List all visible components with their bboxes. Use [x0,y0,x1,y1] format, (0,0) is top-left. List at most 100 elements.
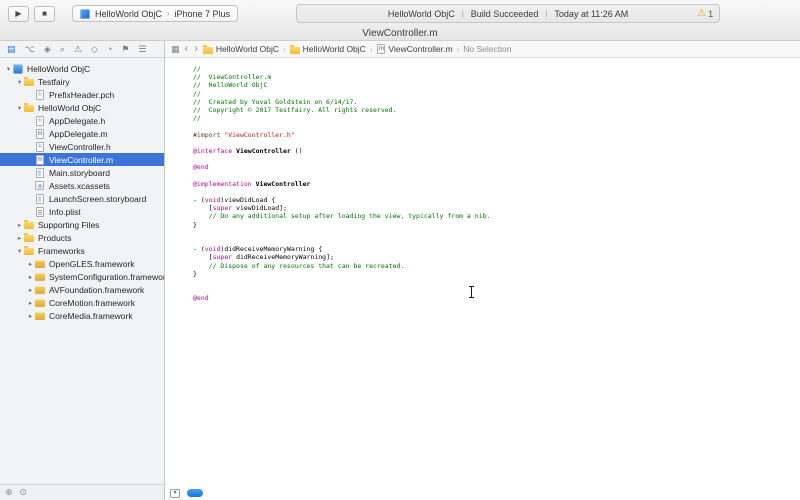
disclosure-triangle-icon[interactable]: ▾ [15,247,24,255]
scheme-selector[interactable]: HelloWorld ObjC › iPhone 7 Plus [72,5,238,22]
report-navigator-icon[interactable]: ☰ [138,45,146,54]
disclosure-triangle-icon[interactable]: ▸ [15,221,24,229]
tree-item[interactable]: ▸AVFoundation.framework [0,283,164,296]
breadcrumb-label: HelloWorld ObjC [216,44,279,54]
file-name: AppDelegate.h [49,116,105,126]
code-line [193,229,800,237]
breadcrumb-item[interactable]: HelloWorld ObjC [203,44,279,54]
code-line: // [193,90,800,98]
run-button[interactable]: ▶ [8,6,29,22]
code-line: @interface ViewController () [193,147,800,155]
tree-item[interactable]: ▸ SystemConfiguration.framework [0,270,164,283]
file-name: HelloWorld ObjC [38,103,101,113]
code-token: // HelloWorld ObjC [193,81,267,89]
separator: | [462,9,464,18]
symbol-navigator-icon[interactable]: ◈ [44,45,51,54]
m-icon: m [377,44,385,54]
breadcrumb-item[interactable]: HelloWorld ObjC [290,44,366,54]
code-line: } [193,270,800,278]
chevron-right-icon: › [282,45,287,54]
play-icon: ▶ [15,9,21,18]
disclosure-triangle-icon[interactable]: ▾ [4,65,13,73]
code-token: // [193,65,201,73]
code-token: // ViewController.m [193,73,271,81]
m-icon: m [36,129,44,139]
tree-item[interactable]: Info.plist [0,205,164,218]
debug-navigator-icon[interactable]: ◔ [107,45,112,54]
code-token: "ViewController.h" [224,131,294,139]
tree-item[interactable]: ▾ HelloWorld ObjC [0,101,164,114]
framework-icon [35,286,45,294]
code-line [193,171,800,179]
tree-item[interactable]: ▸CoreMedia.framework [0,309,164,322]
chevron-right-icon: › [456,45,461,54]
tree-item[interactable]: m AppDelegate.m [0,127,164,140]
breakpoint-navigator-icon[interactable]: ⚑ [121,45,129,54]
disclosure-triangle-icon[interactable]: ▸ [26,299,35,307]
code-token: @end [193,163,209,171]
disclosure-triangle-icon[interactable]: ▸ [15,234,24,242]
tree-item[interactable]: ▸Supporting Files [0,218,164,231]
tree-item[interactable]: ▸ Products [0,231,164,244]
source-control-navigator-icon[interactable]: ⌥ [25,45,35,54]
stop-button[interactable]: ■ [34,6,55,22]
disclosure-triangle-icon[interactable]: ▾ [15,78,24,86]
file-name: HelloWorld ObjC [27,64,90,74]
code-token: void [205,245,221,253]
code-line: // Do any additional setup after loading… [193,212,800,220]
file-name: AppDelegate.m [49,129,108,139]
tree-item[interactable]: ▸ OpenGLES.framework [0,257,164,270]
disclosure-triangle-icon[interactable]: ▸ [26,312,35,320]
tree-item[interactable]: Main.storyboard [0,166,164,179]
code-token: () [291,147,303,155]
back-icon[interactable]: ‹ [184,44,190,55]
tree-item[interactable]: ▾Frameworks [0,244,164,257]
test-navigator-icon[interactable]: ◇ [91,45,98,54]
code-area[interactable]: //// ViewController.m// HelloWorld ObjC/… [165,58,800,486]
breadcrumb-item[interactable]: No Selection [463,44,511,54]
code-token: #import [193,131,224,139]
code-token: super [213,253,233,261]
breadcrumb-item[interactable]: mViewController.m [376,44,452,54]
add-icon[interactable]: ⊕ [5,487,13,498]
jump-bar: ▦ ‹ › HelloWorld ObjC›HelloWorld ObjC›mV… [165,41,800,58]
tree-item[interactable]: LaunchScreen.storyboard [0,192,164,205]
folder-icon [24,248,34,255]
disclosure-triangle-icon[interactable]: ▸ [26,273,35,281]
disclosure-triangle-icon[interactable]: ▾ [15,104,24,112]
forward-icon[interactable]: › [193,44,199,55]
warning-icon: ⚠ [697,9,706,19]
code-token: void [205,196,221,204]
code-token: } [193,270,197,278]
editor-options-icon[interactable]: ▾ [170,489,180,498]
tree-item[interactable]: hAppDelegate.h [0,114,164,127]
activity-viewer: HelloWorld ObjC | Build Succeeded | Toda… [296,4,720,23]
tree-item[interactable]: mViewController.m [0,153,164,166]
disclosure-triangle-icon[interactable]: ▸ [26,286,35,294]
code-line: @end [193,163,800,171]
file-name: OpenGLES.framework [49,259,135,269]
project-navigator-icon[interactable]: ▤ [7,45,16,54]
tree-item[interactable]: ▾ HelloWorld ObjC [0,62,164,75]
tree-item[interactable]: ▸CoreMotion.framework [0,296,164,309]
file-name: ViewController.m [49,155,113,165]
progress-pill-icon[interactable] [187,489,203,497]
related-items-icon[interactable]: ▦ [171,44,180,55]
code-line: // [193,65,800,73]
find-navigator-icon[interactable]: ⌕ [60,45,65,54]
code-line [193,122,800,130]
warning-badge[interactable]: ⚠ 1 [697,5,713,22]
framework-icon [35,312,45,320]
tree-item[interactable]: hPrefixHeader.pch [0,88,164,101]
tree-item[interactable]: hViewController.h [0,140,164,153]
tree-item[interactable]: Assets.xcassets [0,179,164,192]
file-name: SystemConfiguration.framework [49,272,164,282]
tree-item[interactable]: ▾Testfairy [0,75,164,88]
file-name: Products [38,233,72,243]
issue-navigator-icon[interactable]: ⚠ [74,45,82,54]
filter-bar: ⊕ ⊙ [0,484,164,500]
disclosure-triangle-icon[interactable]: ▸ [26,260,35,268]
filter-icon[interactable]: ⊙ [20,487,28,498]
code-line [193,278,800,286]
main-content: ▤⌥◈⌕⚠◇◔⚑☰ ▾HelloWorld ObjC▾TestfairyhPre… [0,41,800,500]
